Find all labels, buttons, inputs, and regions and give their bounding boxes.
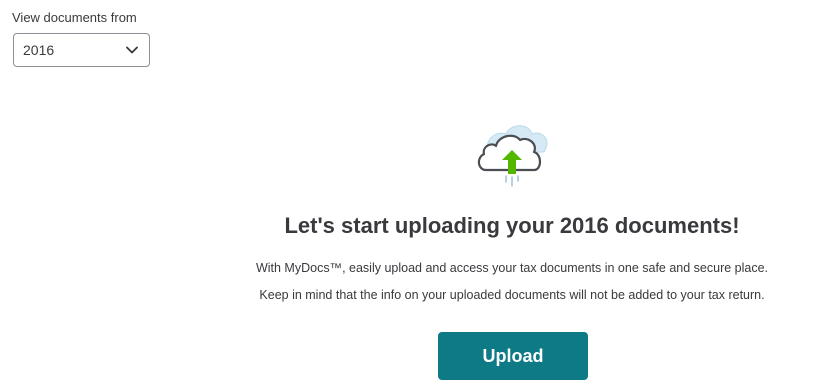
year-filter-label: View documents from (12, 10, 137, 25)
cloud-upload-icon (477, 125, 548, 187)
chevron-down-icon (126, 46, 138, 54)
year-select-dropdown[interactable]: 2016 (13, 33, 150, 67)
year-select-value: 2016 (23, 42, 55, 58)
empty-state-headline: Let's start uploading your 2016 document… (284, 213, 740, 238)
upload-button[interactable]: Upload (438, 332, 588, 380)
empty-state-description-line-1: With MyDocs™, easily upload and access y… (255, 261, 769, 275)
mydocs-page: View documents from 2016 Let's start upl… (0, 0, 834, 388)
empty-state-description-line-2: Keep in mind that the info on your uploa… (259, 288, 765, 302)
